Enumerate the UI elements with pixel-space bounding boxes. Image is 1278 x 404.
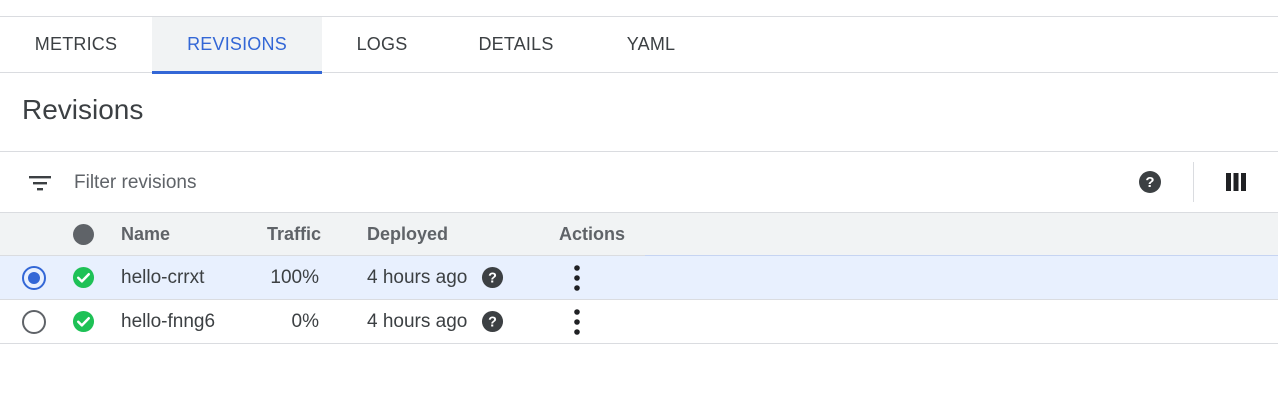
tab-revisions-label: REVISIONS (187, 34, 287, 54)
revision-traffic: 100% (270, 266, 319, 288)
filter-list-icon[interactable] (29, 175, 51, 191)
page-title: Revisions (22, 94, 144, 125)
tab-bar: METRICS REVISIONS LOGS DETAILS YAML (0, 17, 1278, 74)
revision-traffic: 0% (291, 310, 319, 332)
row-select-radio[interactable] (22, 310, 46, 334)
revision-deployed: 4 hours ago (367, 310, 468, 332)
svg-text:?: ? (1145, 174, 1154, 191)
row-select-radio[interactable] (22, 266, 46, 290)
tab-logs[interactable]: LOGS (322, 17, 442, 72)
filter-revisions-input[interactable] (64, 166, 664, 200)
help-circle-icon[interactable]: ? (481, 266, 504, 289)
revision-name[interactable]: hello-fnng6 (121, 300, 215, 343)
column-header-traffic[interactable]: Traffic (267, 213, 321, 256)
tab-logs-label: LOGS (356, 34, 408, 54)
more-vert-icon[interactable] (566, 264, 588, 292)
toolbar-divider (1193, 162, 1194, 202)
view-column-icon[interactable] (1226, 172, 1246, 192)
check-circle-icon (72, 310, 95, 333)
check-circle-icon (72, 266, 95, 289)
tab-details-label: DETAILS (478, 34, 554, 54)
svg-text:?: ? (488, 314, 497, 330)
tab-yaml[interactable]: YAML (590, 17, 712, 72)
tab-metrics-label: METRICS (34, 34, 118, 54)
help-circle-icon[interactable]: ? (481, 310, 504, 333)
filter-bar: ? (0, 151, 1278, 213)
column-header-deployed[interactable]: Deployed (367, 213, 448, 256)
svg-text:?: ? (488, 270, 497, 286)
table-row[interactable]: hello-crrxt 100% 4 hours ago ? (0, 255, 1278, 300)
tab-details[interactable]: DETAILS (442, 17, 590, 72)
tab-revisions[interactable]: REVISIONS (152, 17, 322, 74)
revision-deployed: 4 hours ago (367, 266, 468, 288)
more-vert-icon[interactable] (566, 308, 588, 336)
column-header-actions: Actions (559, 224, 626, 244)
tab-metrics[interactable]: METRICS (0, 17, 152, 72)
revision-name[interactable]: hello-crrxt (121, 256, 204, 299)
column-header-name[interactable]: Name (121, 213, 170, 256)
help-circle-icon[interactable]: ? (1138, 170, 1162, 194)
status-column-icon (73, 224, 94, 245)
tab-yaml-label: YAML (626, 34, 676, 54)
table-header: Name Traffic Deployed Actions (0, 213, 1278, 256)
table-row[interactable]: hello-fnng6 0% 4 hours ago ? (0, 300, 1278, 344)
